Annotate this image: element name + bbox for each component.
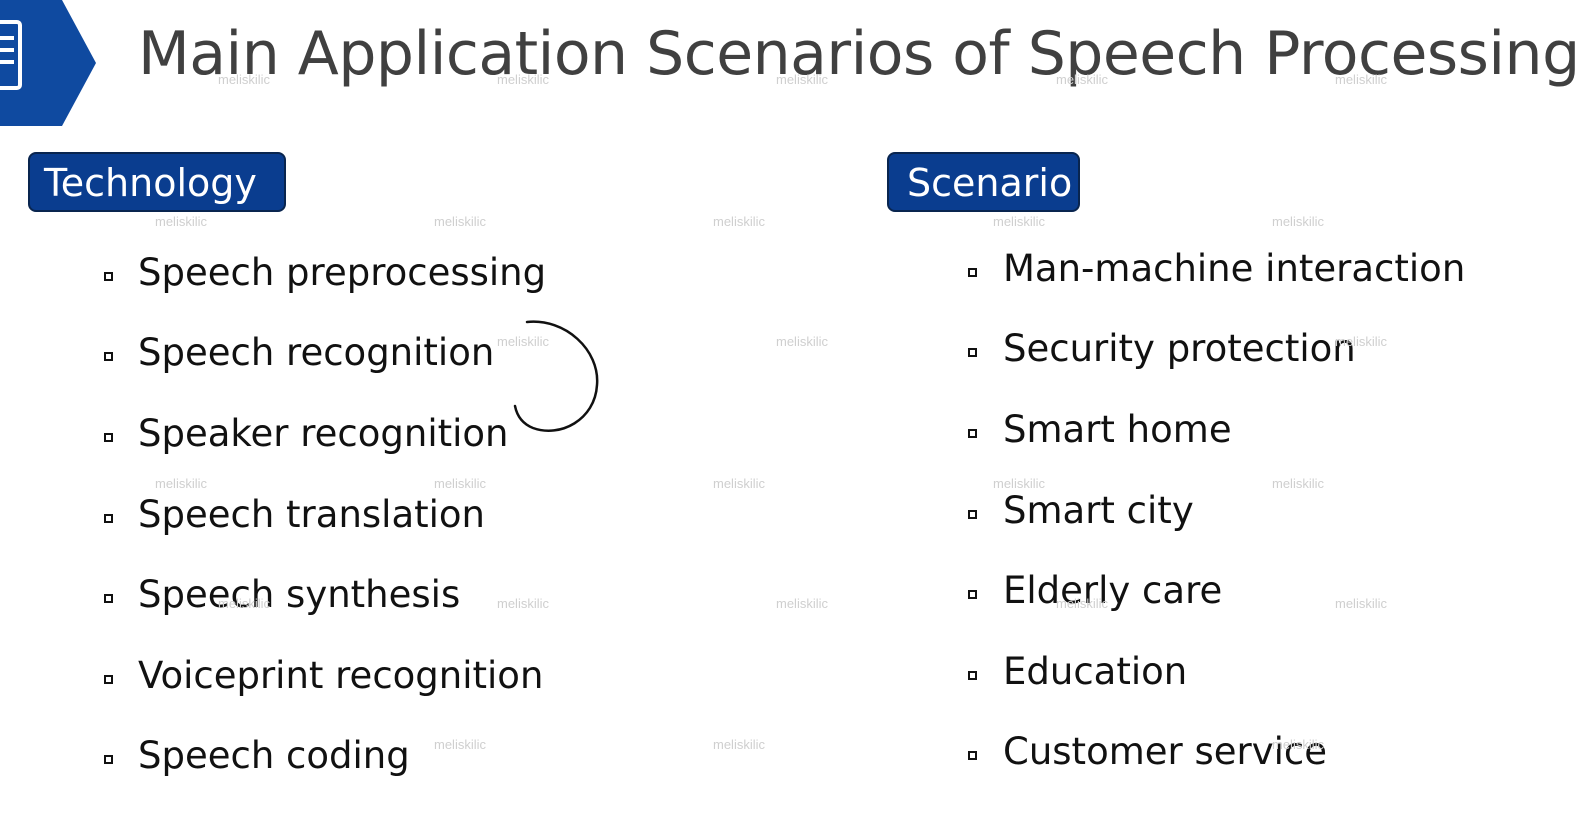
square-bullet-icon xyxy=(968,751,977,761)
list-item: Speech preprocessing xyxy=(104,232,546,313)
list-item: Voiceprint recognition xyxy=(104,635,546,716)
watermark: meliskilic xyxy=(434,737,486,752)
list-item-label: Smart home xyxy=(1003,407,1232,451)
document-list-icon xyxy=(0,0,106,126)
square-bullet-icon xyxy=(104,271,113,281)
list-item: Speech synthesis xyxy=(104,554,546,635)
square-bullet-icon xyxy=(968,590,977,600)
watermark: meliskilic xyxy=(155,214,207,229)
square-bullet-icon xyxy=(968,267,977,277)
watermark: meliskilic xyxy=(1272,476,1324,491)
square-bullet-icon xyxy=(968,670,977,680)
list-item: Speech coding xyxy=(104,716,546,797)
watermark: meliskilic xyxy=(713,476,765,491)
list-item: Customer service xyxy=(968,712,1465,793)
scenario-list: Man-machine interaction Security protect… xyxy=(968,228,1465,792)
watermark: meliskilic xyxy=(1056,596,1108,611)
watermark: meliskilic xyxy=(218,72,270,87)
watermark: meliskilic xyxy=(1056,72,1108,87)
watermark: meliskilic xyxy=(776,72,828,87)
watermark: meliskilic xyxy=(434,476,486,491)
list-item-label: Voiceprint recognition xyxy=(138,653,544,697)
watermark: meliskilic xyxy=(434,214,486,229)
list-item: Speech recognition xyxy=(104,313,546,394)
watermark: meliskilic xyxy=(1272,214,1324,229)
watermark: meliskilic xyxy=(1272,737,1324,752)
list-item-label: Speech preprocessing xyxy=(138,250,547,294)
slide: Main Application Scenarios of Speech Pro… xyxy=(0,0,1587,828)
list-item: Education xyxy=(968,631,1465,712)
watermark: meliskilic xyxy=(993,476,1045,491)
square-bullet-icon xyxy=(104,352,113,362)
square-bullet-icon xyxy=(968,428,977,438)
square-bullet-icon xyxy=(104,755,113,765)
list-item-label: Speech synthesis xyxy=(138,573,461,617)
watermark: meliskilic xyxy=(713,737,765,752)
list-item: Man-machine interaction xyxy=(968,228,1465,309)
list-item: Elderly care xyxy=(968,550,1465,631)
list-item: Security protection xyxy=(968,309,1465,390)
watermark: meliskilic xyxy=(497,72,549,87)
watermark: meliskilic xyxy=(497,334,549,349)
list-item-label: Security protection xyxy=(1003,327,1356,371)
list-item-label: Man-machine interaction xyxy=(1003,246,1466,290)
list-item-label: Speech recognition xyxy=(138,331,495,375)
square-bullet-icon xyxy=(104,594,113,604)
watermark: meliskilic xyxy=(218,596,270,611)
watermark: meliskilic xyxy=(776,334,828,349)
watermark: meliskilic xyxy=(1335,334,1387,349)
list-item-label: Elderly care xyxy=(1003,569,1223,613)
list-item: Smart home xyxy=(968,389,1465,470)
watermark: meliskilic xyxy=(713,214,765,229)
square-bullet-icon xyxy=(104,513,113,523)
watermark: meliskilic xyxy=(1335,72,1387,87)
list-item-label: Smart city xyxy=(1003,488,1194,532)
list-item-label: Education xyxy=(1003,649,1188,693)
watermark: meliskilic xyxy=(1335,596,1387,611)
list-item-label: Speaker recognition xyxy=(138,411,509,455)
square-bullet-icon xyxy=(104,432,113,442)
technology-list: Speech preprocessing Speech recognition … xyxy=(104,232,546,796)
handwritten-bracket-annotation xyxy=(513,320,599,432)
square-bullet-icon xyxy=(968,509,977,519)
list-item: Speaker recognition xyxy=(104,393,546,474)
list-item-label: Speech coding xyxy=(138,734,410,778)
scenario-header-badge: Scenario xyxy=(887,152,1080,212)
watermark: meliskilic xyxy=(993,214,1045,229)
square-bullet-icon xyxy=(104,674,113,684)
watermark: meliskilic xyxy=(776,596,828,611)
square-bullet-icon xyxy=(968,348,977,358)
technology-header-badge: Technology xyxy=(28,152,286,212)
watermark: meliskilic xyxy=(155,476,207,491)
list-item-label: Speech translation xyxy=(138,492,486,536)
watermark: meliskilic xyxy=(497,596,549,611)
